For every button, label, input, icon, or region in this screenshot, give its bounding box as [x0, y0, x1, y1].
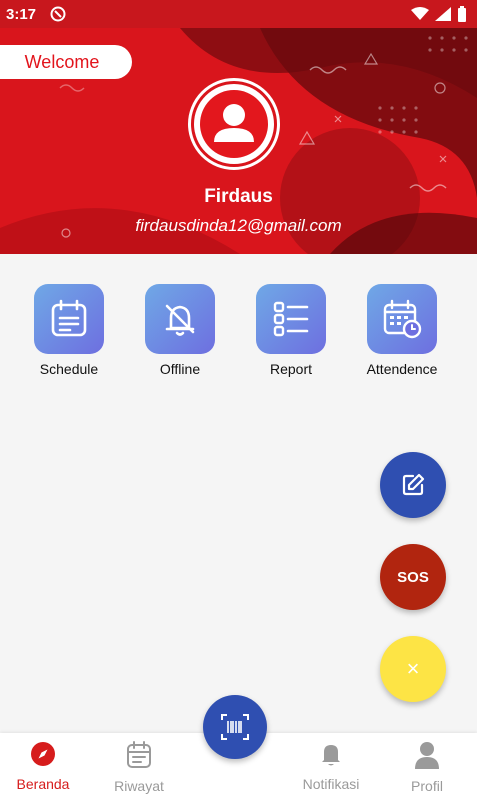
attendence-tile[interactable]	[367, 284, 437, 354]
person-icon	[415, 742, 439, 769]
close-fab-button[interactable]: ×	[380, 636, 446, 702]
profile-header: Welcome Firdaus firdausdinda12@gmail.com	[0, 28, 477, 254]
checklist-icon	[273, 301, 309, 337]
user-avatar-icon	[200, 90, 268, 158]
barcode-scan-icon	[221, 714, 249, 740]
report-tile[interactable]	[256, 284, 326, 354]
menu-label: Report	[269, 361, 313, 377]
menu-report[interactable]: Report	[241, 284, 341, 377]
nav-label: Beranda	[16, 776, 70, 792]
user-email: firdausdinda12@gmail.com	[135, 216, 342, 235]
nav-label: Riwayat	[114, 778, 164, 794]
menu-schedule[interactable]: Schedule	[19, 284, 119, 377]
calendar-icon	[127, 741, 151, 768]
compass-icon	[31, 742, 55, 766]
user-name: Firdaus	[204, 186, 273, 207]
nav-item-beranda[interactable]: Beranda	[3, 741, 83, 792]
menu-label: Attendence	[366, 361, 438, 377]
signal-icon	[435, 7, 451, 21]
menu-label: Schedule	[39, 361, 99, 377]
menu-attendence[interactable]: Attendence	[352, 284, 452, 377]
nav-item-notifikasi[interactable]: Notifikasi	[291, 741, 371, 792]
nav-item-riwayat[interactable]: Riwayat	[99, 741, 179, 794]
nav-label: Notifikasi	[302, 776, 360, 792]
nav-item-profil[interactable]: Profil	[387, 741, 467, 794]
dnd-icon	[50, 6, 66, 22]
offline-tile[interactable]	[145, 284, 215, 354]
menu-label: Offline	[159, 361, 201, 377]
battery-icon	[458, 6, 466, 22]
barcode-scan-button[interactable]	[203, 695, 267, 759]
schedule-tile[interactable]	[34, 284, 104, 354]
wifi-icon	[411, 7, 429, 20]
welcome-badge: Welcome	[0, 45, 132, 79]
bell-icon	[322, 745, 340, 766]
status-icons	[411, 6, 467, 22]
schedule-icon	[51, 299, 87, 337]
bell-off-icon	[165, 304, 195, 336]
status-bar: 3:17	[0, 0, 477, 28]
sos-label: SOS	[397, 568, 429, 586]
menu-offline[interactable]: Offline	[130, 284, 230, 377]
avatar[interactable]	[188, 78, 280, 170]
edit-fab-button[interactable]	[380, 452, 446, 518]
calendar-clock-icon	[383, 299, 422, 339]
close-icon: ×	[406, 656, 420, 681]
nav-label: Profil	[411, 778, 443, 794]
sos-button[interactable]: SOS	[380, 544, 446, 610]
edit-icon	[402, 473, 425, 496]
status-time: 3:17	[6, 5, 37, 23]
